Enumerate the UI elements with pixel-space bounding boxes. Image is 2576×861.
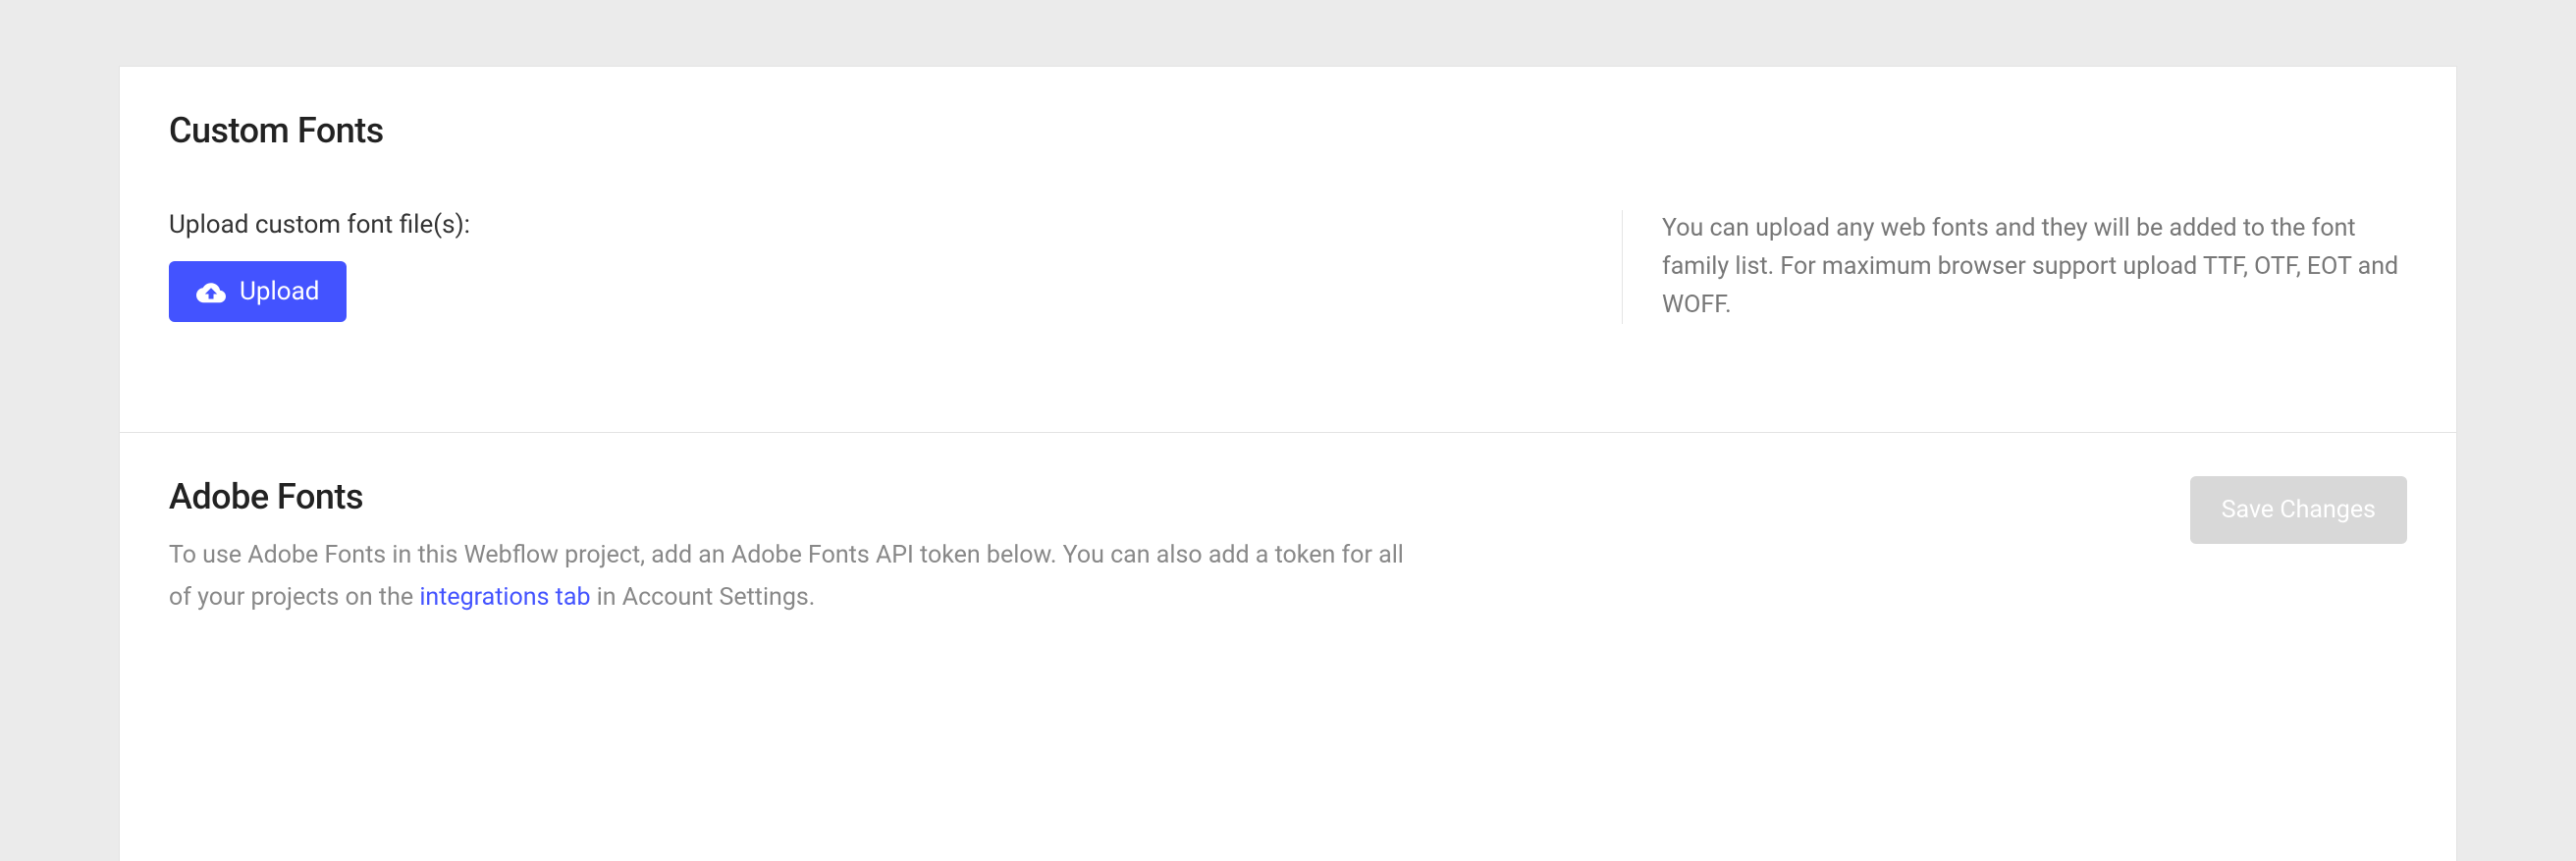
cloud-upload-icon bbox=[196, 280, 226, 303]
adobe-fonts-section: Adobe Fonts To use Adobe Fonts in this W… bbox=[120, 432, 2456, 658]
adobe-fonts-description: To use Adobe Fonts in this Webflow proje… bbox=[169, 535, 1425, 619]
upload-button[interactable]: Upload bbox=[169, 261, 347, 322]
custom-fonts-help-text: You can upload any web fonts and they wi… bbox=[1662, 210, 2407, 324]
custom-fonts-section: Custom Fonts Upload custom font file(s):… bbox=[120, 66, 2456, 432]
upload-button-label: Upload bbox=[240, 277, 319, 306]
upload-label: Upload custom font file(s): bbox=[169, 210, 1563, 240]
custom-fonts-title: Custom Fonts bbox=[169, 110, 2407, 151]
save-changes-button[interactable]: Save Changes bbox=[2190, 476, 2407, 544]
integrations-tab-link[interactable]: integrations tab bbox=[419, 583, 590, 612]
adobe-fonts-title: Adobe Fonts bbox=[169, 476, 2407, 517]
